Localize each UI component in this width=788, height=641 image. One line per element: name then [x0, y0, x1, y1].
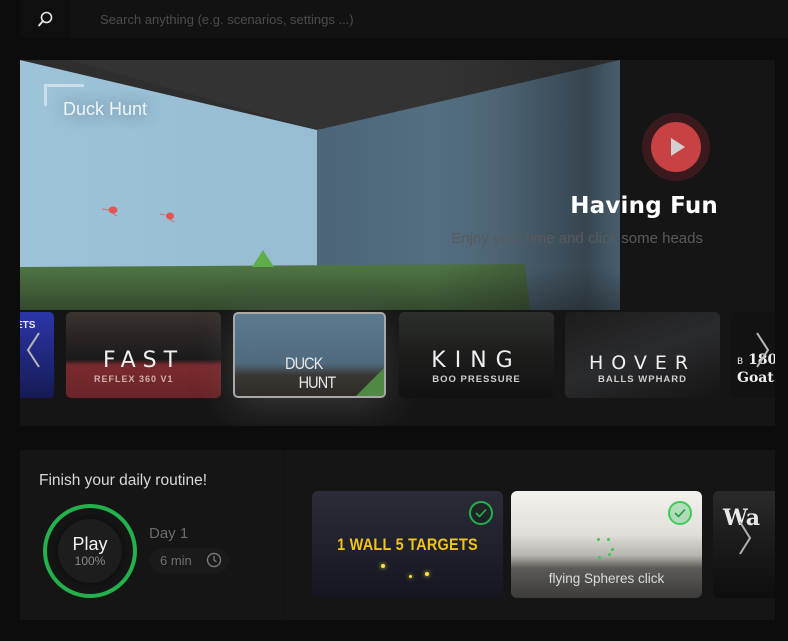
- play-label: Play: [72, 534, 108, 554]
- carousel-prev-button[interactable]: [24, 330, 44, 370]
- card-subtitle: BOO PRESSURE: [432, 374, 521, 385]
- completed-check: [668, 501, 692, 525]
- sphere-dot: [611, 548, 614, 551]
- sphere-dot: [607, 538, 610, 541]
- routine-next-button[interactable]: [735, 518, 755, 558]
- carousel-next-button[interactable]: [752, 330, 772, 370]
- duck-hunt-scene: [20, 60, 620, 310]
- hero-info-panel: [620, 60, 775, 310]
- card-title-prefix: B: [737, 357, 744, 367]
- sphere-dot: [608, 553, 611, 556]
- card-subtitle: REFLEX 360 V1: [94, 374, 174, 384]
- card-title: DUCK HUNT: [285, 354, 369, 392]
- card-title: HOVER: [588, 352, 697, 374]
- card-title-line2: Goat: [737, 370, 774, 386]
- hero-subtitle: Enjoy your time and click some heads: [451, 230, 703, 247]
- daily-routine-panel: Finish your daily routine! Play 100% Day…: [20, 450, 775, 620]
- check-icon: [475, 508, 487, 518]
- target-dot: [425, 572, 429, 576]
- day-label: Day 1: [149, 525, 189, 542]
- check-icon: [674, 508, 686, 518]
- routine-scenario-card[interactable]: flying Spheres click: [511, 491, 702, 598]
- play-button-core: Play 100%: [58, 519, 122, 583]
- play-scenario-button[interactable]: [642, 113, 710, 181]
- play-button-core: [651, 122, 701, 172]
- card-subtitle: BALLS WPHARD: [597, 374, 688, 385]
- sphere-dot: [598, 556, 601, 559]
- carousel-card-selected[interactable]: DUCK HUNT: [233, 312, 386, 398]
- scenario-title: 1 WALL 5 TARGETS: [337, 535, 478, 554]
- scenario-carousel: ETS FAST REFLEX 360 V1 DUCK HUNT KING BO…: [20, 312, 775, 398]
- search-input[interactable]: [90, 0, 788, 38]
- duration-text: 6 min: [160, 553, 192, 568]
- progress-percent: 100%: [74, 554, 106, 568]
- card-title-line2: HUNT: [298, 373, 337, 392]
- search-bar: [20, 0, 788, 38]
- card-title-line1: DUCK: [285, 354, 323, 373]
- carousel-card[interactable]: KING BOO PRESSURE: [399, 312, 554, 398]
- chevron-right-icon: [756, 332, 770, 368]
- sphere-dot: [597, 538, 600, 541]
- target-dot: [381, 564, 385, 568]
- search-icon: [38, 11, 53, 27]
- hero-heading: Having Fun: [570, 193, 718, 219]
- routine-scenario-card[interactable]: 1 WALL 5 TARGETS: [312, 491, 503, 598]
- featured-hero: Duck Hunt Having Fun Enjoy your time and…: [20, 60, 775, 426]
- play-icon: [671, 138, 685, 156]
- scenario-title: flying Spheres click: [548, 571, 665, 586]
- carousel-card[interactable]: FAST REFLEX 360 V1: [66, 312, 221, 398]
- routine-title: Finish your daily routine!: [39, 472, 207, 489]
- carousel-card[interactable]: HOVER BALLS WPHARD: [565, 312, 720, 398]
- scene-preview-image[interactable]: Duck Hunt: [20, 60, 620, 310]
- search-button[interactable]: [20, 0, 70, 38]
- chevron-left-icon: [26, 332, 40, 368]
- app-page: Duck Hunt Having Fun Enjoy your time and…: [0, 0, 788, 641]
- scene-title: Duck Hunt: [63, 99, 148, 119]
- duration-badge: 6 min: [150, 548, 229, 573]
- card-title: FAST: [102, 348, 185, 373]
- clock-icon: [206, 552, 222, 568]
- completed-check: [469, 501, 493, 525]
- routine-scenarios: 1 WALL 5 TARGETS flying Spheres click Wa: [285, 450, 775, 620]
- target-dot: [409, 575, 412, 578]
- routine-summary: Finish your daily routine! Play 100% Day…: [20, 450, 284, 620]
- card-title: KING: [431, 348, 522, 373]
- chevron-right-icon: [739, 521, 752, 555]
- routine-play-button[interactable]: Play 100%: [43, 504, 137, 598]
